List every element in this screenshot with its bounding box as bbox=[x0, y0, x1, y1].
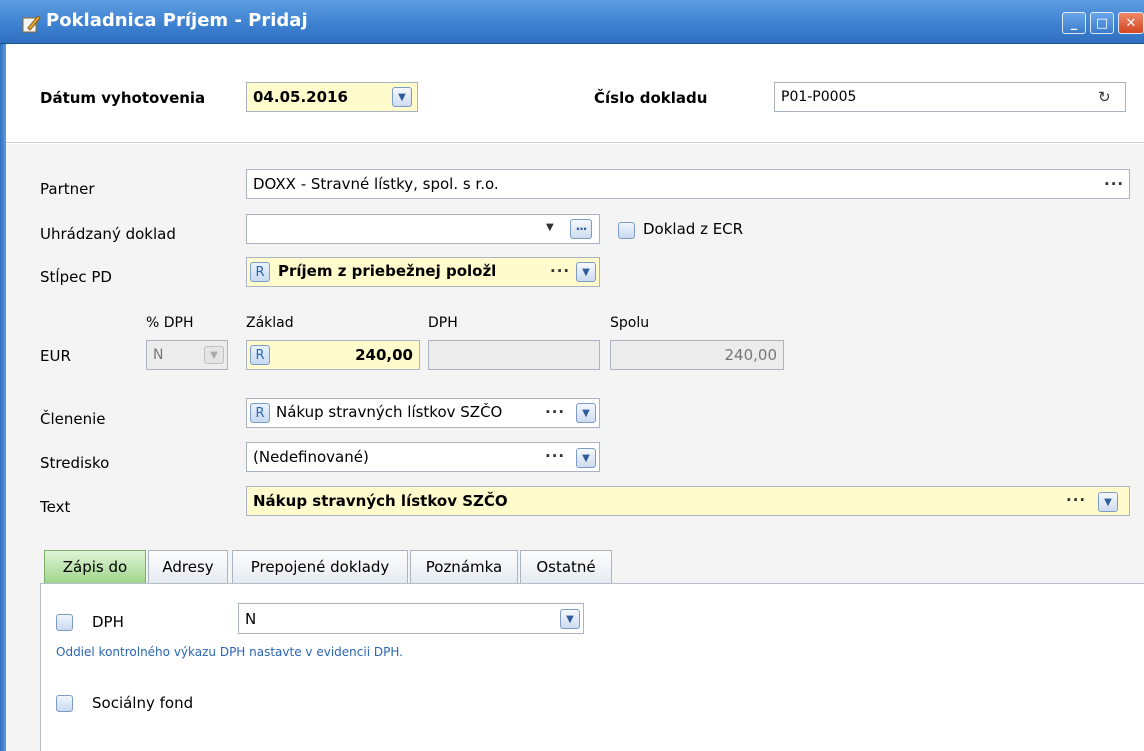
currency-label: EUR bbox=[40, 347, 71, 365]
partner-value: DOXX - Stravné lístky, spol. s r.o. bbox=[253, 175, 499, 193]
maximize-icon: □ bbox=[1095, 15, 1109, 31]
vat-checkbox[interactable] bbox=[56, 614, 73, 631]
doc-number-field[interactable]: P01-P0005 bbox=[774, 82, 1126, 112]
base-value: 240,00 bbox=[355, 346, 413, 364]
r-icon: R bbox=[255, 347, 265, 363]
vat-select-value: N bbox=[245, 609, 257, 628]
base-field[interactable]: 240,00 bbox=[246, 340, 420, 370]
maximize-button[interactable]: □ bbox=[1090, 12, 1114, 34]
division-value: Nákup stravných lístkov SZČO bbox=[276, 403, 503, 421]
tab-poznamka[interactable]: Poznámka bbox=[410, 550, 518, 583]
minimize-icon: _ bbox=[1070, 15, 1078, 31]
center-value: (Nedefinované) bbox=[253, 448, 369, 466]
vat-header: DPH bbox=[428, 315, 458, 331]
paid-doc-more-button[interactable]: ··· bbox=[570, 219, 592, 239]
tab-zapis-do[interactable]: Zápis do bbox=[44, 550, 146, 583]
text-dropdown-button[interactable]: ▼ bbox=[1098, 492, 1118, 512]
vat-select[interactable]: N bbox=[238, 603, 584, 634]
vat-checkbox-label: DPH bbox=[92, 613, 124, 631]
vat-hint-text: Oddiel kontrolného výkazu DPH nastavte v… bbox=[56, 645, 403, 659]
base-r-button[interactable]: R bbox=[250, 345, 270, 365]
app-icon bbox=[20, 12, 42, 34]
vat-select-dropdown-button[interactable]: ▼ bbox=[560, 609, 580, 629]
center-dropdown-button[interactable]: ▼ bbox=[576, 448, 596, 468]
paid-doc-dropdown-icon[interactable]: ▼ bbox=[546, 222, 554, 233]
minimize-button[interactable]: _ bbox=[1062, 12, 1086, 34]
column-dropdown-button[interactable]: ▼ bbox=[576, 262, 596, 282]
doc-number-label: Číslo dokladu bbox=[594, 89, 708, 107]
text-label: Text bbox=[40, 498, 71, 516]
chevron-down-icon: ▼ bbox=[398, 91, 406, 103]
chevron-down-icon: ▼ bbox=[1104, 496, 1112, 508]
chevron-down-icon: ▼ bbox=[582, 407, 590, 419]
tab-label: Ostatné bbox=[536, 558, 596, 576]
text-field[interactable]: Nákup stravných lístkov SZČO bbox=[246, 486, 1130, 516]
tab-label: Zápis do bbox=[62, 558, 128, 576]
division-label: Členenie bbox=[40, 410, 106, 428]
partner-field[interactable]: DOXX - Stravné lístky, spol. s r.o. bbox=[246, 169, 1130, 199]
tab-adresy[interactable]: Adresy bbox=[148, 550, 228, 583]
date-value: 04.05.2016 bbox=[253, 88, 348, 106]
refresh-icon[interactable]: ↻ bbox=[1098, 88, 1111, 106]
vat-pct-value: N bbox=[153, 347, 164, 363]
division-more-icon[interactable]: ··· bbox=[545, 403, 565, 421]
vat-pct-dropdown-icon[interactable]: ▼ bbox=[204, 346, 224, 364]
tab-prepojene-doklady[interactable]: Prepojené doklady bbox=[232, 550, 408, 583]
close-icon: ✕ bbox=[1125, 15, 1137, 31]
text-value: Nákup stravných lístkov SZČO bbox=[253, 492, 508, 510]
column-r-button[interactable]: R bbox=[250, 262, 270, 282]
chevron-down-icon: ▼ bbox=[566, 613, 574, 625]
r-icon: R bbox=[255, 405, 265, 421]
vat-pct-header: % DPH bbox=[146, 315, 194, 331]
date-dropdown-button[interactable]: ▼ bbox=[392, 87, 412, 107]
ecr-checkbox[interactable] bbox=[618, 222, 635, 239]
column-value: Príjem z priebežnej položl bbox=[278, 262, 497, 280]
more-icon: ··· bbox=[575, 222, 588, 236]
tab-ostatne[interactable]: Ostatné bbox=[520, 550, 612, 583]
chevron-down-icon: ▼ bbox=[582, 266, 590, 278]
r-icon: R bbox=[255, 264, 265, 280]
close-button[interactable]: ✕ bbox=[1118, 12, 1144, 34]
total-header: Spolu bbox=[610, 315, 650, 331]
social-fund-label: Sociálny fond bbox=[92, 694, 194, 712]
division-dropdown-button[interactable]: ▼ bbox=[576, 403, 596, 423]
base-header: Základ bbox=[246, 315, 294, 331]
total-value: 240,00 bbox=[724, 346, 778, 364]
column-more-icon[interactable]: ··· bbox=[550, 262, 570, 280]
tab-label: Poznámka bbox=[425, 558, 503, 576]
partner-more-icon[interactable]: ··· bbox=[1104, 175, 1124, 193]
paid-doc-label: Uhrádzaný doklad bbox=[40, 225, 176, 243]
tab-label: Prepojené doklady bbox=[250, 558, 390, 576]
vat-field[interactable] bbox=[428, 340, 600, 370]
ecr-label: Doklad z ECR bbox=[643, 220, 744, 238]
total-field[interactable]: 240,00 bbox=[610, 340, 784, 370]
doc-number-value: P01-P0005 bbox=[781, 89, 857, 105]
window-title: Pokladnica Príjem - Pridaj bbox=[46, 10, 308, 31]
social-fund-checkbox[interactable] bbox=[56, 695, 73, 712]
center-more-icon[interactable]: ··· bbox=[545, 447, 565, 465]
partner-label: Partner bbox=[40, 180, 95, 198]
date-label: Dátum vyhotovenia bbox=[40, 89, 206, 107]
tab-panel bbox=[40, 583, 1144, 751]
chevron-down-icon: ▼ bbox=[582, 452, 590, 464]
center-label: Stredisko bbox=[40, 454, 110, 472]
text-more-icon[interactable]: ··· bbox=[1066, 491, 1086, 509]
column-label: Stĺpec PD bbox=[40, 268, 112, 286]
division-r-button[interactable]: R bbox=[250, 403, 270, 423]
tab-label: Adresy bbox=[162, 558, 214, 576]
